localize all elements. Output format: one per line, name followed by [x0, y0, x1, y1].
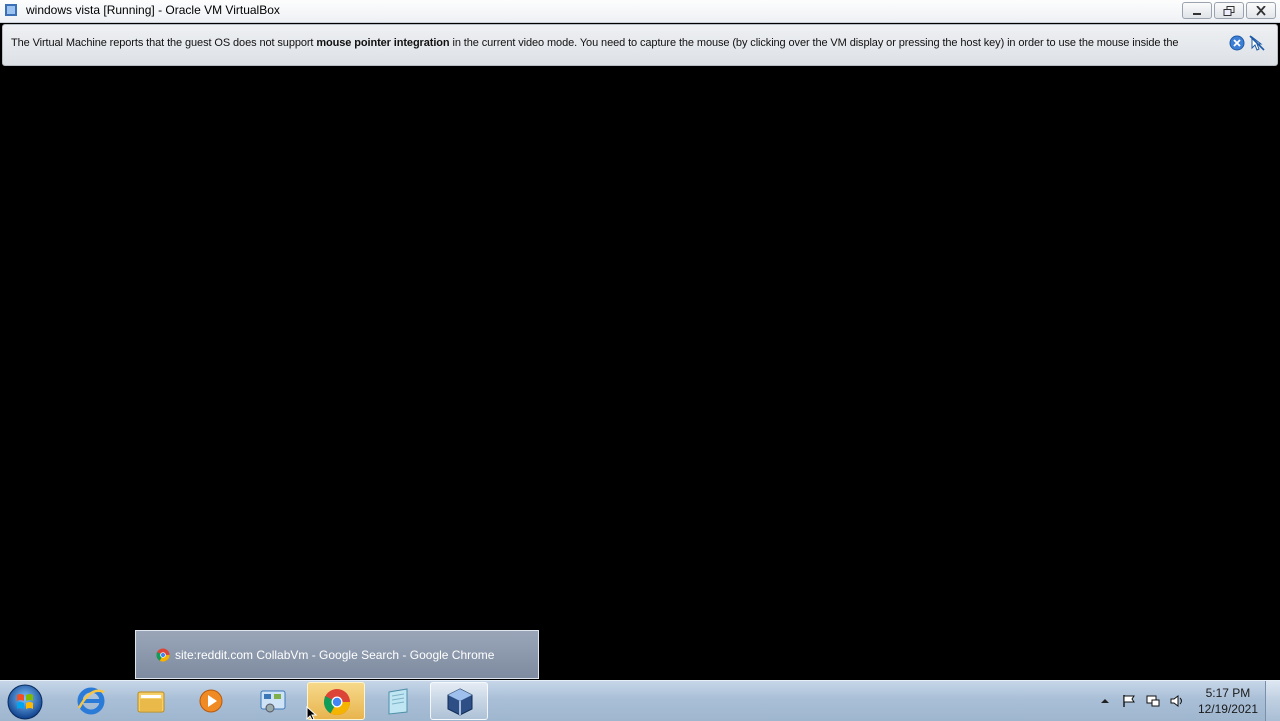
taskbar-item-control-panel[interactable]: [244, 682, 302, 720]
system-tray: 5:17 PM 12/19/2021: [1080, 681, 1280, 721]
mouse-cursor-icon: [306, 706, 318, 720]
restore-button[interactable]: [1214, 2, 1244, 19]
taskbar: 5:17 PM 12/19/2021: [0, 680, 1280, 721]
start-button[interactable]: [6, 683, 44, 721]
taskbar-window-tooltip[interactable]: site:reddit.com CollabVm - Google Search…: [135, 630, 539, 679]
media-player-icon: [199, 689, 223, 713]
taskbar-item-notepad[interactable]: [369, 682, 427, 720]
show-desktop-button[interactable]: [1265, 681, 1280, 721]
show-hidden-icons-icon[interactable]: [1098, 694, 1112, 708]
vm-display[interactable]: [0, 67, 1280, 680]
mouse-integration-disabled-icon[interactable]: [1249, 35, 1265, 51]
chrome-icon: [156, 648, 170, 662]
minimize-icon: [1193, 13, 1201, 15]
window-titlebar[interactable]: windows vista [Running] - Oracle VM Virt…: [0, 0, 1280, 23]
notification-text-start: The Virtual Machine reports that the gue…: [11, 37, 317, 49]
close-notification-icon[interactable]: [1229, 35, 1245, 51]
close-button[interactable]: [1246, 2, 1276, 19]
folder-icon: [137, 691, 165, 713]
virtualbox-app-icon: [5, 4, 17, 16]
taskbar-item-windows-explorer[interactable]: [122, 682, 180, 720]
minimize-button[interactable]: [1182, 2, 1212, 19]
notepad-icon: [388, 688, 408, 715]
network-icon[interactable]: [1146, 694, 1160, 708]
internet-explorer-icon: [77, 687, 105, 715]
window-title: windows vista [Running] - Oracle VM Virt…: [26, 3, 280, 17]
notification-message: The Virtual Machine reports that the gue…: [11, 37, 1178, 49]
chrome-icon: [323, 689, 351, 716]
taskbar-clock[interactable]: 5:17 PM 12/19/2021: [1198, 685, 1258, 717]
restore-icon: [1223, 6, 1235, 16]
virtualbox-icon: [447, 688, 473, 716]
control-panel-icon: [260, 690, 286, 713]
action-center-flag-icon[interactable]: [1122, 694, 1136, 708]
taskbar-item-internet-explorer[interactable]: [62, 682, 120, 720]
notification-text-end: in the current video mode. You need to c…: [449, 37, 1179, 49]
volume-icon[interactable]: [1170, 694, 1184, 708]
mouse-integration-notification: The Virtual Machine reports that the gue…: [2, 24, 1278, 66]
tooltip-title: site:reddit.com CollabVm - Google Search…: [175, 648, 495, 662]
taskbar-item-virtualbox[interactable]: [430, 682, 488, 720]
close-icon: [1256, 6, 1266, 16]
taskbar-item-media-player[interactable]: [182, 682, 240, 720]
notification-text-bold: mouse pointer integration: [316, 37, 450, 49]
clock-date: 12/19/2021: [1197, 702, 1258, 716]
clock-time: 5:17 PM: [1205, 686, 1251, 700]
